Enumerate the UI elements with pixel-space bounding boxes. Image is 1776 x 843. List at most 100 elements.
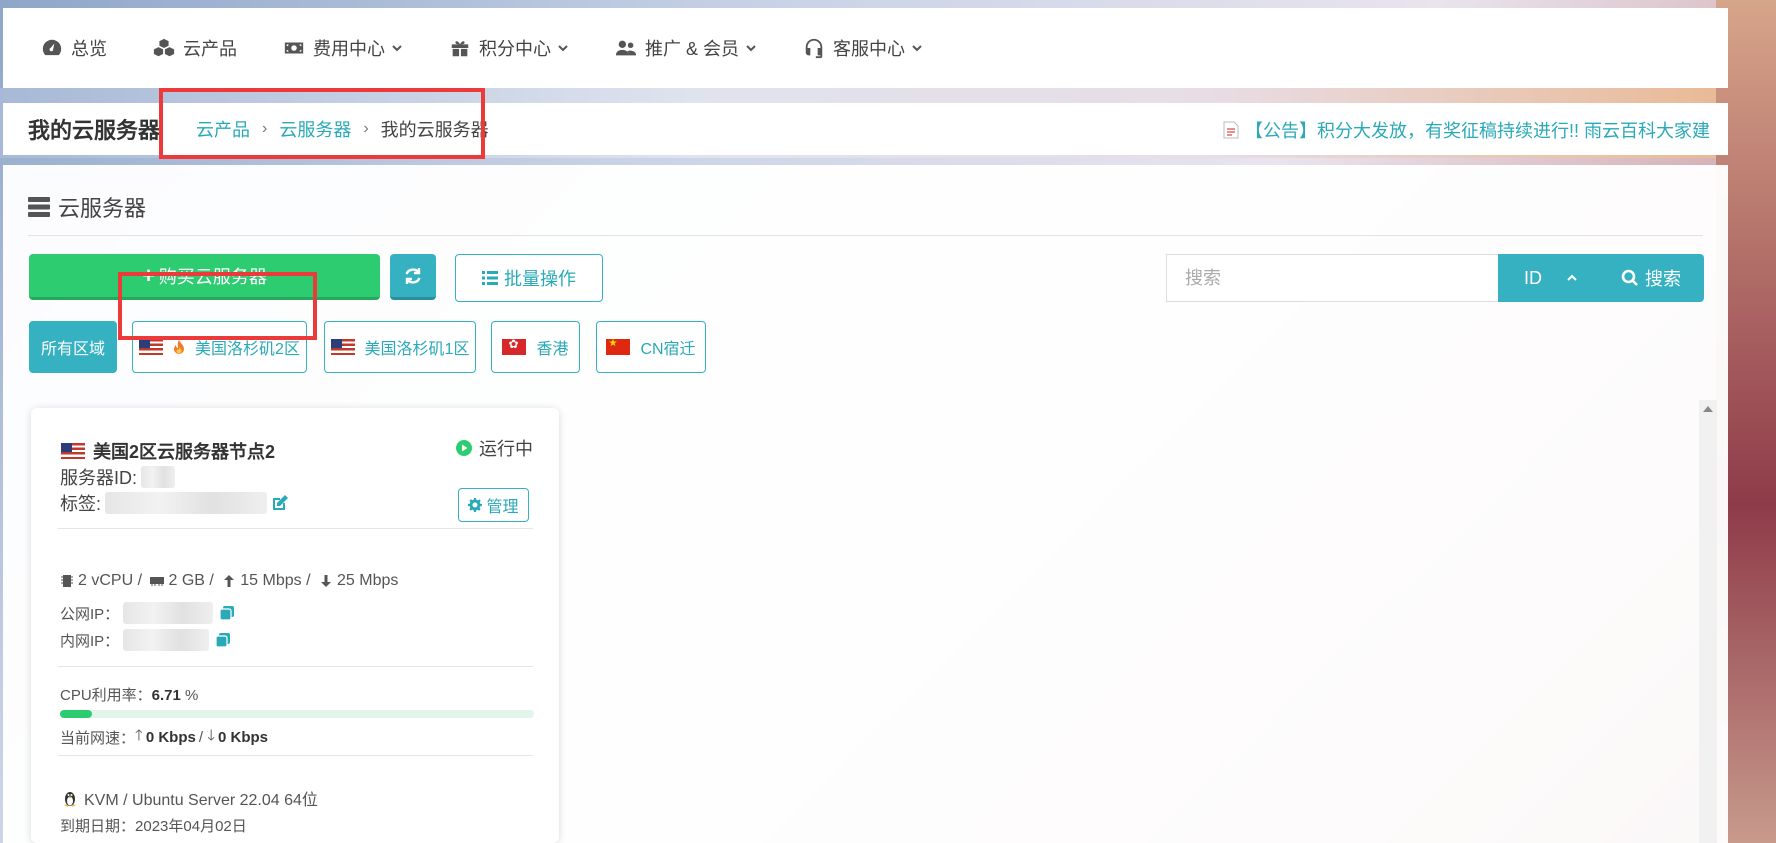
spec-separator: /	[198, 729, 208, 746]
spec-separator: /	[133, 572, 147, 589]
announcement-text: 【公告】积分大发放，有奖征稿持续进行!! 雨云百科大家建	[1244, 121, 1710, 141]
arrow-down-icon	[321, 575, 331, 587]
card-divider	[58, 528, 533, 529]
expiry-value: 2023年04月02日	[135, 818, 247, 835]
nav-item-support[interactable]: 客服中心	[803, 35, 923, 61]
dashboard-icon	[42, 39, 62, 56]
cpu-icon	[61, 575, 73, 587]
region-filter-cn-suqian[interactable]: CN宿迁	[596, 321, 706, 373]
region-filter-all[interactable]: 所有区域	[29, 321, 117, 373]
play-circle-icon	[456, 440, 472, 456]
card-divider	[58, 755, 533, 756]
copy-icon[interactable]	[219, 605, 235, 621]
region-filter-label: 香港	[536, 341, 569, 358]
list-icon	[482, 271, 498, 285]
us-flag-icon	[330, 339, 355, 355]
nav-item-promotion[interactable]: 推广 & 会员	[615, 35, 757, 61]
chevron-up-icon	[1567, 274, 1577, 281]
expiry-label: 到期日期：	[60, 818, 136, 835]
expiry-row: 到期日期：2023年04月02日	[60, 815, 247, 836]
card-divider	[58, 666, 533, 667]
panel-divider	[28, 235, 1703, 236]
scroll-up-arrow-icon[interactable]	[1703, 406, 1713, 412]
chevron-down-icon	[746, 45, 756, 52]
search-field-value: ID	[1524, 267, 1542, 288]
refresh-button[interactable]	[390, 254, 436, 300]
copy-icon[interactable]	[215, 632, 231, 648]
net-download-speed: 0 Kbps	[218, 729, 269, 746]
region-filter-label: 美国洛杉矶1区	[364, 341, 470, 358]
private-ip-label: 内网IP：	[60, 632, 120, 650]
ram-spec: 2 GB	[168, 572, 205, 589]
chevron-down-icon	[392, 45, 402, 52]
cpu-usage-progress-fill	[60, 710, 92, 718]
spec-separator: /	[204, 572, 219, 589]
server-id-row: 服务器ID:	[60, 464, 176, 490]
spec-separator: /	[301, 572, 315, 589]
users-icon	[615, 40, 637, 56]
public-ip-row: 公网IP：	[60, 602, 235, 624]
region-filter-label: CN宿迁	[640, 341, 696, 358]
cpu-usage-row: CPU利用率：6.71 %	[60, 684, 198, 705]
nav-item-billing[interactable]: 费用中心	[283, 35, 403, 61]
server-id-redacted	[141, 466, 176, 488]
private-ip-row: 内网IP：	[60, 629, 231, 651]
nav-item-label: 总览	[71, 39, 107, 59]
private-ip-redacted	[123, 629, 210, 651]
batch-operation-label: 批量操作	[504, 269, 576, 289]
region-filter-us-la-1[interactable]: 美国洛杉矶1区	[324, 321, 476, 373]
region-filter-label: 所有区域	[40, 341, 105, 358]
net-speed-label: 当前网速：	[60, 730, 136, 747]
linux-icon	[64, 792, 76, 807]
os-text: KVM / Ubuntu Server 22.04 64位	[84, 792, 318, 809]
server-name[interactable]: 美国2区云服务器节点2	[61, 438, 275, 464]
money-icon	[284, 42, 304, 54]
nav-item-overview[interactable]: 总览	[41, 35, 107, 61]
cpu-usage-label: CPU利用率：	[60, 687, 152, 704]
download-bandwidth: 25 Mbps	[337, 572, 399, 589]
server-id-label: 服务器ID:	[60, 468, 138, 488]
nav-item-points[interactable]: 积分中心	[449, 35, 569, 61]
nav-item-label: 云产品	[183, 39, 237, 59]
upload-bandwidth: 15 Mbps	[240, 572, 302, 589]
search-input[interactable]	[1166, 254, 1498, 302]
net-speed-row: 当前网速： 🡑 0 Kbps / 🡓 0 Kbps	[60, 725, 271, 750]
cpu-usage-progress	[60, 710, 534, 718]
arrow-down-icon: 🡓	[207, 727, 215, 744]
status-text: 运行中	[479, 439, 533, 459]
chevron-down-icon	[912, 45, 922, 52]
status-badge: 运行中	[455, 435, 533, 461]
scrollbar[interactable]	[1699, 400, 1717, 843]
manage-button[interactable]: 管理	[458, 488, 529, 522]
search-field-select[interactable]: ID	[1498, 254, 1598, 302]
highlight-box-region-filter	[118, 272, 317, 340]
edit-icon[interactable]	[271, 494, 289, 512]
us-flag-icon	[61, 443, 85, 459]
nav-item-label: 积分中心	[479, 39, 551, 59]
batch-operation-button[interactable]: 批量操作	[455, 254, 603, 302]
region-filter-hongkong[interactable]: 香港	[491, 321, 580, 373]
server-icon	[28, 197, 50, 217]
document-icon	[1223, 121, 1239, 139]
nav-item-label: 客服中心	[833, 39, 906, 59]
gear-icon	[468, 498, 483, 512]
headset-icon	[805, 38, 823, 59]
server-panel: 云服务器 + 购买云服务器 批量操作 ID 搜索 所有区域 美国洛杉矶2区 美国…	[3, 165, 1728, 843]
nav-item-label: 费用中心	[313, 39, 385, 59]
panel-heading: 云服务器	[28, 191, 146, 223]
announcement-link[interactable]: 【公告】积分大发放，有奖征稿持续进行!! 雨云百科大家建	[1223, 117, 1710, 143]
hk-flag-icon	[502, 337, 527, 355]
cn-flag-icon	[606, 338, 631, 355]
nav-item-cloud-products[interactable]: 云产品	[153, 35, 237, 61]
cpu-usage-unit: %	[185, 687, 199, 704]
arrow-up-icon: 🡑	[135, 727, 143, 744]
public-ip-label: 公网IP：	[60, 605, 120, 623]
arrow-up-icon	[224, 575, 235, 587]
tag-row: 标签:	[60, 490, 289, 516]
tag-label: 标签:	[60, 494, 102, 514]
nav-item-label: 推广 & 会员	[645, 39, 740, 59]
net-upload-speed: 0 Kbps	[145, 729, 196, 746]
search-button[interactable]: 搜索	[1598, 254, 1704, 302]
panel-heading-text: 云服务器	[58, 196, 147, 221]
us-flag-icon	[139, 339, 164, 355]
